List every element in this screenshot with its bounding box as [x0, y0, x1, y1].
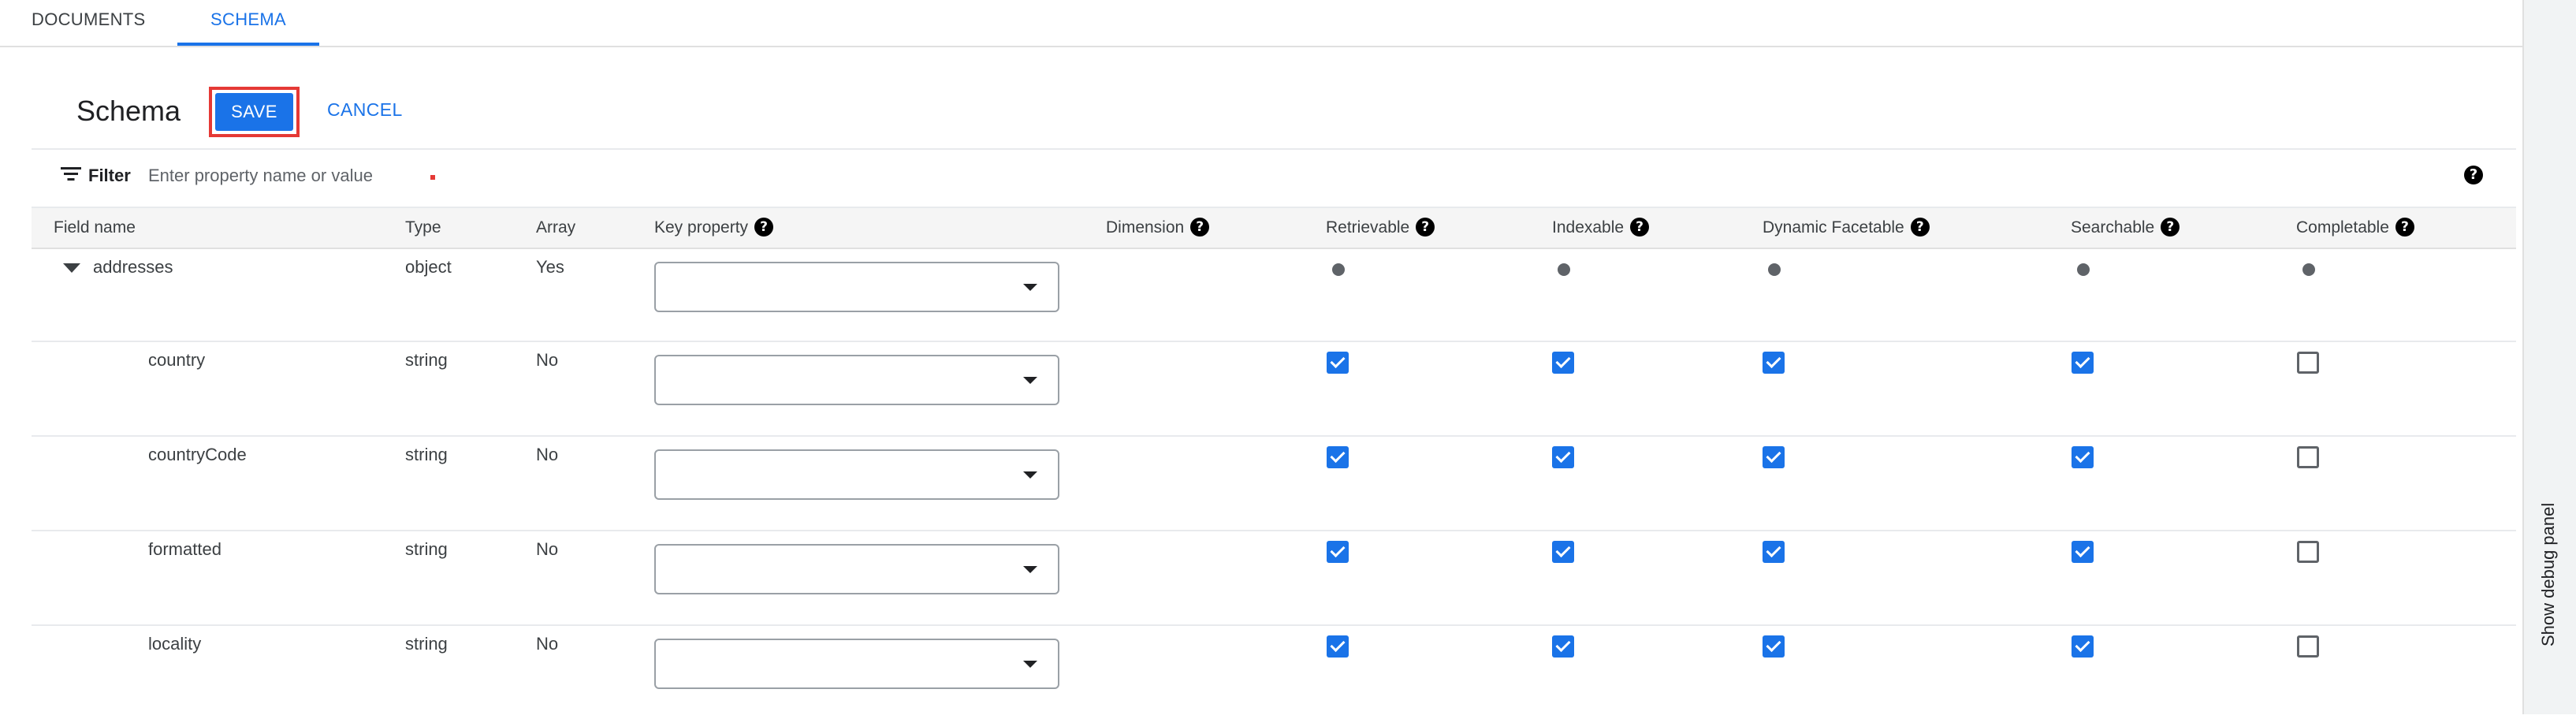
filter-label: Filter [88, 166, 131, 185]
column-header-indexable: Indexable? [1552, 208, 1650, 248]
column-header-type: Type [405, 218, 441, 237]
cancel-button[interactable]: CANCEL [327, 99, 403, 121]
tab-documents[interactable]: DOCUMENTS [32, 0, 145, 44]
table-row: locality string No [32, 626, 2516, 719]
help-icon[interactable]: ? [2161, 217, 2180, 237]
dropdown-arrow-icon [1023, 566, 1037, 573]
dynamic-facetable-checkbox[interactable] [1763, 446, 1785, 468]
help-icon[interactable]: ? [1190, 217, 1210, 237]
searchable-checkbox[interactable] [2072, 446, 2094, 468]
key-property-select[interactable] [654, 639, 1059, 689]
help-icon[interactable]: ? [1416, 217, 1435, 237]
page-title: Schema [76, 95, 181, 127]
table-row: formatted string No [32, 531, 2516, 626]
caret-down-icon[interactable] [63, 263, 80, 273]
help-icon[interactable]: ? [1630, 217, 1650, 237]
save-button-highlight: SAVE [209, 87, 300, 137]
field-array: No [536, 634, 559, 654]
completable-indicator [2302, 263, 2315, 276]
field-name: countryCode [148, 445, 247, 464]
column-header-retrievable: Retrievable? [1326, 208, 1435, 248]
searchable-checkbox[interactable] [2072, 541, 2094, 563]
retrievable-indicator [1332, 263, 1345, 276]
table-row: countryCode string No [32, 437, 2516, 531]
field-type: string [405, 634, 448, 654]
dropdown-arrow-icon [1023, 284, 1037, 291]
show-debug-panel-toggle[interactable]: Show debug panel [2538, 473, 2562, 646]
key-property-select[interactable] [654, 355, 1059, 405]
column-header-searchable: Searchable? [2071, 208, 2180, 248]
field-type: string [405, 445, 448, 464]
key-property-select[interactable] [654, 544, 1059, 594]
dropdown-arrow-icon [1023, 377, 1037, 384]
retrievable-checkbox[interactable] [1327, 635, 1349, 658]
field-type: string [405, 350, 448, 370]
dropdown-arrow-icon [1023, 661, 1037, 668]
field-array: Yes [536, 257, 564, 277]
dropdown-arrow-icon [1023, 471, 1037, 479]
retrievable-checkbox[interactable] [1327, 352, 1349, 374]
filter-icon[interactable] [61, 166, 81, 182]
dynamic-facetable-checkbox[interactable] [1763, 352, 1785, 374]
column-header-array: Array [536, 218, 576, 237]
completable-checkbox[interactable] [2297, 635, 2319, 658]
indexable-indicator [1558, 263, 1570, 276]
table-row: country string No [32, 342, 2516, 437]
field-name: locality [148, 634, 202, 654]
column-header-key-property: Key property? [654, 208, 774, 248]
divider [32, 148, 2516, 150]
field-array: No [536, 445, 559, 464]
completable-checkbox[interactable] [2297, 541, 2319, 563]
column-header-field-name: Field name [54, 218, 136, 237]
indexable-checkbox[interactable] [1552, 446, 1574, 468]
completable-checkbox[interactable] [2297, 352, 2319, 374]
tab-schema[interactable]: SCHEMA [177, 0, 319, 46]
completable-checkbox[interactable] [2297, 446, 2319, 468]
dynamic-facetable-checkbox[interactable] [1763, 635, 1785, 658]
indexable-checkbox[interactable] [1552, 352, 1574, 374]
filter-input[interactable] [148, 162, 408, 189]
field-array: No [536, 350, 559, 370]
table-row: addresses object Yes [32, 248, 2516, 342]
searchable-checkbox[interactable] [2072, 352, 2094, 374]
column-header-completable: Completable? [2296, 208, 2414, 248]
field-name: formatted [148, 539, 221, 559]
tab-bar: DOCUMENTS SCHEMA [0, 0, 2522, 47]
retrievable-checkbox[interactable] [1327, 446, 1349, 468]
retrievable-checkbox[interactable] [1327, 541, 1349, 563]
dynamic-facetable-checkbox[interactable] [1763, 541, 1785, 563]
indexable-checkbox[interactable] [1552, 541, 1574, 563]
help-icon[interactable]: ? [2464, 166, 2483, 184]
dynamic-facetable-indicator [1768, 263, 1781, 276]
key-property-select[interactable] [654, 449, 1059, 500]
save-button[interactable]: SAVE [215, 93, 293, 131]
field-name: addresses [93, 257, 173, 277]
help-icon[interactable]: ? [754, 217, 774, 237]
key-property-select[interactable] [654, 262, 1059, 312]
table-header: Field name Type Array Key property? Dime… [32, 207, 2516, 249]
indexable-checkbox[interactable] [1552, 635, 1574, 658]
searchable-checkbox[interactable] [2072, 635, 2094, 658]
field-array: No [536, 539, 559, 559]
column-header-dimension: Dimension? [1106, 208, 1210, 248]
field-name: country [148, 350, 206, 370]
help-icon[interactable]: ? [2395, 217, 2414, 237]
help-icon[interactable]: ? [1910, 217, 1930, 237]
marker-dot [430, 175, 435, 180]
field-type: string [405, 539, 448, 559]
field-type: object [405, 257, 452, 277]
searchable-indicator [2077, 263, 2090, 276]
column-header-dynamic-facetable: Dynamic Facetable? [1763, 208, 1930, 248]
